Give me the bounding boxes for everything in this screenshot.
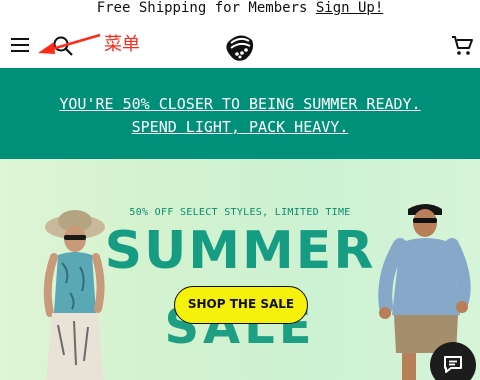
shop-the-sale-button[interactable]: SHOP THE SALE [174,286,308,324]
chat-icon [444,356,462,373]
hero-title: SUMMER [104,221,376,281]
hamburger-menu-icon[interactable] [11,38,31,54]
mountain-hardwear-logo[interactable] [222,28,258,64]
annotation-label: 菜单 [104,34,140,55]
announcement-bar: Free Shipping for Members Sign Up! [0,0,480,18]
promo-line-2[interactable]: SPEND LIGHT, PACK HEAVY. [0,116,480,139]
site-header: 菜单 [0,18,480,68]
sign-up-link[interactable]: Sign Up! [316,0,383,16]
hero-subtitle: 50% OFF SELECT STYLES, LIMITED TIME [129,207,351,218]
annotation-arrow-icon [38,33,101,54]
promo-banner[interactable]: YOU'RE 50% CLOSER TO BEING SUMMER READY.… [0,68,480,159]
shopping-cart-icon[interactable] [450,33,474,57]
hero-banner: SALE 50% OFF SELECT STYLES, LIMITED TIME… [0,159,480,380]
announcement-text: Free Shipping for Members [96,0,316,16]
chat-button[interactable] [430,342,476,380]
promo-line-1[interactable]: YOU'RE 50% CLOSER TO BEING SUMMER READY. [0,68,480,116]
